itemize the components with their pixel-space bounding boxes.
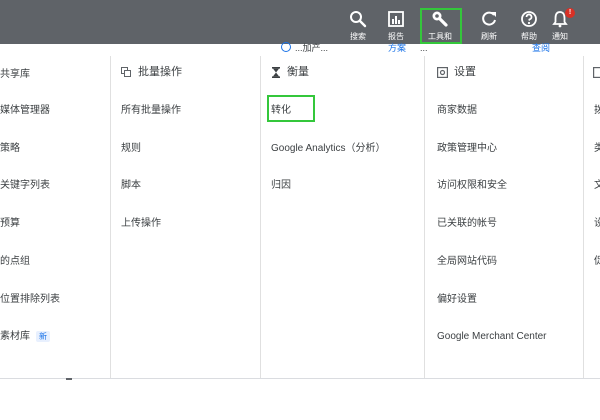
- new-badge: 新: [36, 331, 50, 342]
- menu-item-cut-2[interactable]: 类: [594, 142, 600, 156]
- refresh-button[interactable]: 刷新: [469, 6, 509, 44]
- menu-item-cut-1[interactable]: 拨: [594, 104, 600, 118]
- menu-item-asset-library-label: 素材库: [0, 331, 30, 342]
- menu-item-strategies[interactable]: 策略: [0, 142, 20, 156]
- billing-heading: [593, 64, 600, 80]
- menu-item-shared-library[interactable]: 共享库: [0, 68, 30, 82]
- menu-item-attribution[interactable]: 归因: [271, 179, 291, 193]
- menu-item-google-analytics[interactable]: Google Analytics（分析）: [271, 142, 386, 156]
- notification-badge: !: [565, 8, 575, 18]
- search-button[interactable]: 搜索: [338, 6, 378, 44]
- search-label: 搜索: [350, 32, 366, 41]
- menu-item-business-data[interactable]: 商家数据: [437, 104, 477, 118]
- search-icon: [350, 11, 367, 28]
- scroll-indicator: [66, 378, 72, 380]
- menu-item-rules[interactable]: 规则: [121, 142, 141, 156]
- menu-item-cut-4[interactable]: 设: [594, 217, 600, 231]
- menu-item-scripts[interactable]: 脚本: [121, 179, 141, 193]
- refresh-label: 刷新: [481, 32, 497, 41]
- menu-item-policy-manager[interactable]: 政策管理中心: [437, 142, 497, 156]
- menu-item-access-and-security[interactable]: 访问权限和安全: [437, 179, 507, 193]
- column-divider: [424, 56, 425, 378]
- menu-item-cut-5[interactable]: 促: [594, 255, 600, 269]
- tools-menu: 共享库 媒体管理器 策略 关键字列表 预算 的点组 位置排除列表 素材库新 批量…: [0, 56, 600, 379]
- menu-item-asset-library[interactable]: 素材库新: [0, 330, 50, 344]
- tools-button[interactable]: 工具和: [420, 6, 460, 44]
- info-icon: [281, 42, 291, 52]
- tools-label: 工具和: [428, 32, 452, 41]
- hint-text-b: ...: [420, 43, 428, 53]
- menu-item-conversions[interactable]: 转化: [271, 104, 291, 118]
- menu-item-linked-accounts[interactable]: 已关联的帐号: [437, 217, 497, 231]
- menu-item-groups[interactable]: 的点组: [0, 255, 30, 269]
- column-divider: [260, 56, 261, 378]
- column-divider: [583, 56, 584, 378]
- menu-item-all-bulk-actions[interactable]: 所有批量操作: [121, 104, 181, 118]
- reports-button[interactable]: 报告: [376, 6, 416, 44]
- hint-text-a: ...加产...: [295, 43, 329, 53]
- menu-item-uploads[interactable]: 上传操作: [121, 217, 161, 231]
- settings-icon: [437, 66, 449, 78]
- menu-item-keyword-lists[interactable]: 关键字列表: [0, 179, 50, 193]
- menu-item-budgets[interactable]: 预算: [0, 217, 20, 231]
- wrench-icon: [432, 11, 448, 27]
- billing-icon: [593, 66, 600, 78]
- top-toolbar: 搜索 报告 工具和 刷新 帮助 通知 !: [0, 0, 600, 44]
- notifications-label: 通知: [552, 32, 568, 41]
- setup-heading: 设置: [437, 64, 476, 80]
- measurement-heading-label: 衡量: [287, 66, 309, 78]
- hourglass-icon: [272, 66, 280, 78]
- bulk-actions-icon: [121, 66, 131, 77]
- menu-item-asset-manager[interactable]: 媒体管理器: [0, 104, 50, 118]
- hint-link-a[interactable]: 方案: [388, 42, 406, 54]
- help-icon: [521, 11, 537, 27]
- menu-item-global-site-tag[interactable]: 全局网站代码: [437, 255, 497, 269]
- menu-item-preferences[interactable]: 偏好设置: [437, 293, 477, 307]
- bulk-actions-heading: 批量操作: [121, 64, 182, 80]
- reports-label: 报告: [388, 32, 404, 41]
- bar-chart-icon: [388, 11, 404, 27]
- measurement-heading: 衡量: [271, 64, 309, 80]
- menu-item-placement-exclusions[interactable]: 位置排除列表: [0, 293, 60, 307]
- bulk-actions-heading-label: 批量操作: [138, 66, 182, 78]
- column-divider: [110, 56, 111, 378]
- hint-link-b[interactable]: 查阅: [532, 42, 550, 54]
- refresh-icon: [482, 11, 496, 26]
- menu-item-google-merchant-center[interactable]: Google Merchant Center: [437, 330, 547, 344]
- setup-heading-label: 设置: [454, 66, 476, 78]
- menu-item-cut-3[interactable]: 文: [594, 179, 600, 193]
